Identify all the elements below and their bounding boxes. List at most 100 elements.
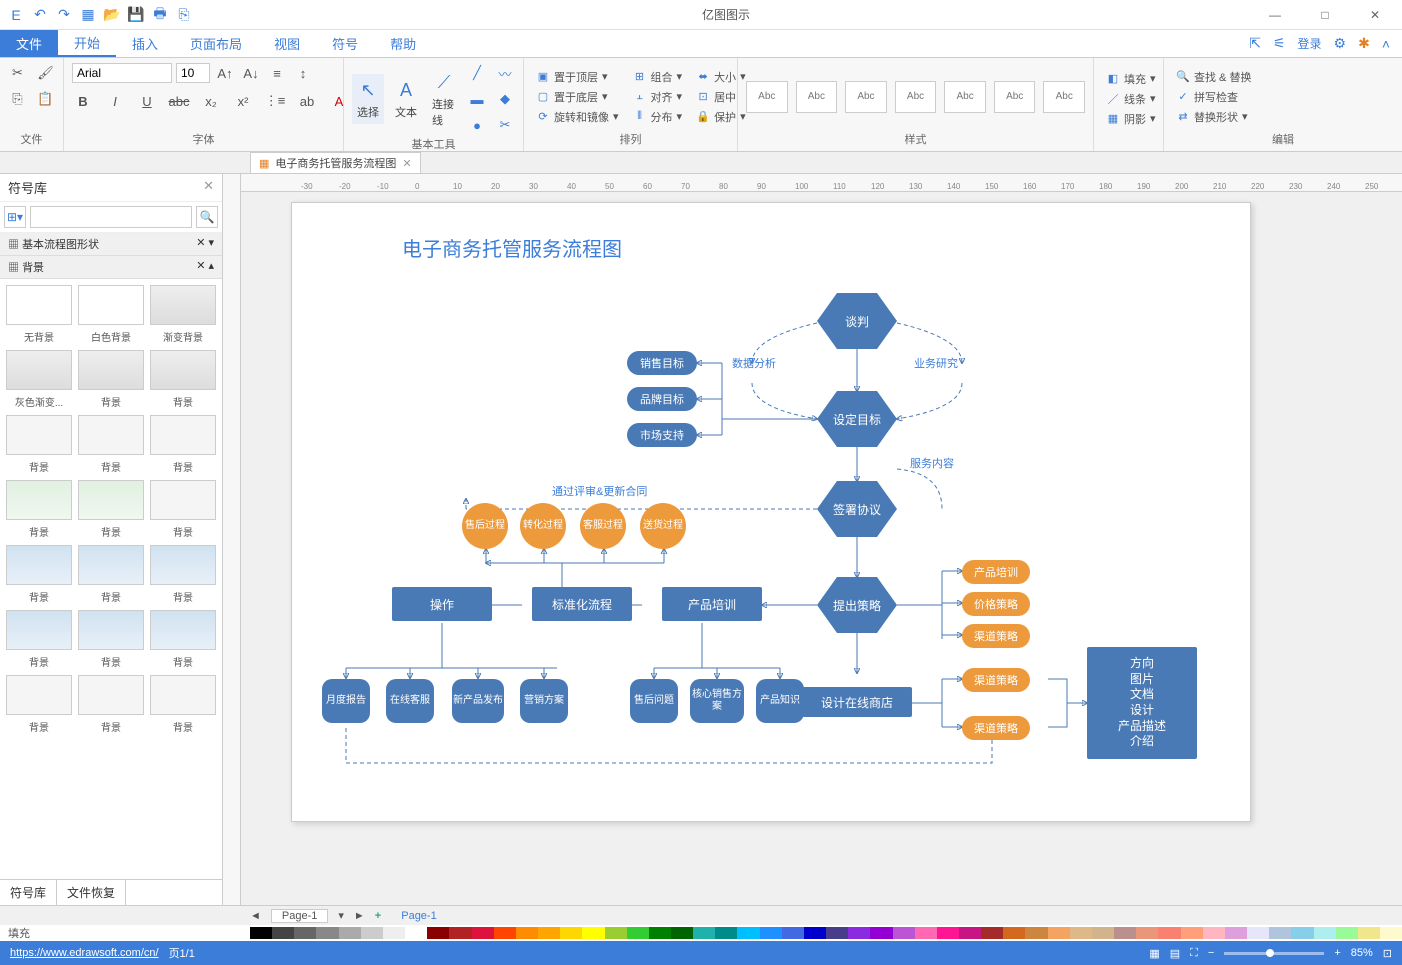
oval-shape-icon[interactable]: ● bbox=[466, 114, 488, 136]
bg-item[interactable]: 背景 bbox=[78, 675, 144, 734]
bring-front-button[interactable]: ▣置于顶层 ▾ bbox=[532, 68, 623, 86]
sidebar-category-flowchart[interactable]: ▦ 基本流程图形状✕ ▾ bbox=[0, 233, 222, 256]
bg-item[interactable]: 背景 bbox=[6, 545, 72, 604]
tab-insert[interactable]: 插入 bbox=[116, 30, 174, 57]
node-aftersale-q[interactable]: 售后问题 bbox=[630, 679, 678, 723]
view-normal-icon[interactable]: ▦ bbox=[1149, 947, 1159, 960]
bg-item[interactable]: 背景 bbox=[150, 415, 216, 474]
tab-help[interactable]: 帮助 bbox=[374, 30, 432, 57]
superscript-icon[interactable]: x² bbox=[232, 90, 254, 112]
share-out-icon[interactable]: ⇱ bbox=[1249, 35, 1261, 52]
bg-item[interactable]: 灰色渐变... bbox=[6, 350, 72, 409]
bg-item[interactable]: 渐变背景 bbox=[150, 285, 216, 344]
font-name-input[interactable] bbox=[72, 63, 172, 83]
shadow-button[interactable]: ▦阴影 ▾ bbox=[1102, 110, 1160, 128]
sidebar-category-background[interactable]: ▦ 背景✕ ▴ bbox=[0, 256, 222, 279]
subscript-icon[interactable]: x₂ bbox=[200, 90, 222, 112]
align-button[interactable]: ⫠对齐 ▾ bbox=[629, 88, 687, 106]
select-tool-button[interactable]: ↖选择 bbox=[352, 74, 384, 124]
copy-icon[interactable]: ⎘ bbox=[7, 88, 29, 110]
node-core-sales[interactable]: 核心销售方案 bbox=[690, 679, 744, 723]
node-delivery-proc[interactable]: 送货过程 bbox=[640, 503, 686, 549]
maximize-button[interactable]: □ bbox=[1310, 8, 1340, 22]
node-sales-target[interactable]: 销售目标 bbox=[627, 351, 697, 375]
node-online-cs[interactable]: 在线客服 bbox=[386, 679, 434, 723]
node-set-goals[interactable]: 设定目标 bbox=[817, 391, 897, 447]
bg-item[interactable]: 背景 bbox=[78, 415, 144, 474]
line-shape-icon[interactable]: ╱ bbox=[466, 62, 488, 84]
node-conversion-proc[interactable]: 转化过程 bbox=[520, 503, 566, 549]
node-channel-strategy-3[interactable]: 渠道策略 bbox=[962, 716, 1030, 740]
view-full-icon[interactable]: ⛶ bbox=[1190, 947, 1198, 960]
node-sign-agreement[interactable]: 签署协议 bbox=[817, 481, 897, 537]
bg-item[interactable]: 背景 bbox=[150, 610, 216, 669]
export-icon[interactable]: ⎘ bbox=[176, 7, 192, 23]
prev-page-icon[interactable]: ◄ bbox=[250, 910, 261, 922]
node-brand-target[interactable]: 品牌目标 bbox=[627, 387, 697, 411]
node-new-product[interactable]: 新产品发布 bbox=[452, 679, 504, 723]
node-product-train[interactable]: 产品培训 bbox=[662, 587, 762, 621]
tab-symbol[interactable]: 符号 bbox=[316, 30, 374, 57]
undo-icon[interactable]: ↶ bbox=[32, 7, 48, 23]
rect-shape-icon[interactable]: ▬ bbox=[466, 88, 488, 110]
page-dropdown-icon[interactable]: ▾ bbox=[338, 909, 344, 922]
crop-icon[interactable]: ✂ bbox=[494, 114, 516, 136]
spell-check-button[interactable]: ✓拼写检查 bbox=[1172, 88, 1255, 106]
style-preset-3[interactable]: Abc bbox=[845, 81, 887, 113]
node-negotiate[interactable]: 谈判 bbox=[817, 293, 897, 349]
node-price-strategy[interactable]: 价格策略 bbox=[962, 592, 1030, 616]
cut-icon[interactable]: ✂ bbox=[7, 62, 29, 84]
node-direction-block[interactable]: 方向 图片 文档 设计 产品描述 介绍 bbox=[1087, 647, 1197, 759]
node-design-store[interactable]: 设计在线商店 bbox=[802, 687, 912, 717]
bg-item[interactable]: 背景 bbox=[78, 350, 144, 409]
login-link[interactable]: 登录 bbox=[1298, 35, 1322, 52]
align-left-icon[interactable]: ≡ bbox=[266, 62, 288, 84]
node-market-support[interactable]: 市场支持 bbox=[627, 423, 697, 447]
sidebar-close-icon[interactable]: ✕ bbox=[203, 178, 214, 197]
collapse-ribbon-icon[interactable]: ˄ bbox=[1382, 36, 1390, 52]
style-preset-7[interactable]: Abc bbox=[1043, 81, 1085, 113]
symbol-search-input[interactable] bbox=[30, 206, 192, 228]
gear-icon[interactable]: ⚙ bbox=[1334, 35, 1347, 52]
save-icon[interactable]: 💾 bbox=[128, 7, 144, 23]
replace-shape-button[interactable]: ⇄替换形状 ▾ bbox=[1172, 108, 1255, 126]
line-button[interactable]: ／线条 ▾ bbox=[1102, 90, 1160, 108]
connector-tool-button[interactable]: ⟋连接线 bbox=[428, 66, 460, 132]
bold-icon[interactable]: B bbox=[72, 90, 94, 112]
node-aftersale-proc[interactable]: 售后过程 bbox=[462, 503, 508, 549]
redo-icon[interactable]: ↷ bbox=[56, 7, 72, 23]
send-back-button[interactable]: ▢置于底层 ▾ bbox=[532, 88, 623, 106]
group-button[interactable]: ⊞组合 ▾ bbox=[629, 68, 687, 86]
highlight-icon[interactable]: ab bbox=[296, 90, 318, 112]
bg-item[interactable]: 无背景 bbox=[6, 285, 72, 344]
style-preset-6[interactable]: Abc bbox=[994, 81, 1036, 113]
tab-home[interactable]: 开始 bbox=[58, 30, 116, 57]
node-standard-flow[interactable]: 标准化流程 bbox=[532, 587, 632, 621]
style-preset-1[interactable]: Abc bbox=[746, 81, 788, 113]
bg-item[interactable]: 背景 bbox=[6, 415, 72, 474]
fill-button[interactable]: ◧填充 ▾ bbox=[1102, 70, 1160, 88]
view-outline-icon[interactable]: ▤ bbox=[1170, 947, 1180, 960]
node-channel-strategy[interactable]: 渠道策略 bbox=[962, 624, 1030, 648]
bullets-icon[interactable]: ⋮≡ bbox=[264, 90, 286, 112]
tab-page-layout[interactable]: 页面布局 bbox=[174, 30, 258, 57]
new-icon[interactable]: ▦ bbox=[80, 7, 96, 23]
text-tool-button[interactable]: A文本 bbox=[390, 74, 422, 124]
diamond-shape-icon[interactable]: ◆ bbox=[494, 88, 516, 110]
drawing-page[interactable]: 电子商务托管服务流程图 bbox=[291, 202, 1251, 822]
node-propose-strategy[interactable]: 提出策略 bbox=[817, 577, 897, 633]
decrease-font-icon[interactable]: A↓ bbox=[240, 62, 262, 84]
add-page-icon[interactable]: + bbox=[375, 910, 381, 922]
font-size-input[interactable] bbox=[176, 63, 210, 83]
open-icon[interactable]: 📂 bbox=[104, 7, 120, 23]
node-product-knowledge[interactable]: 产品知识 bbox=[756, 679, 804, 723]
apps-icon[interactable]: ✱ bbox=[1358, 35, 1370, 52]
line-spacing-icon[interactable]: ↕ bbox=[292, 62, 314, 84]
bg-item[interactable]: 背景 bbox=[78, 545, 144, 604]
paste-icon[interactable]: 📋 bbox=[35, 88, 57, 110]
node-operation[interactable]: 操作 bbox=[392, 587, 492, 621]
rotate-button[interactable]: ⟳旋转和镜像 ▾ bbox=[532, 108, 623, 126]
bg-item[interactable]: 背景 bbox=[150, 350, 216, 409]
bg-item[interactable]: 背景 bbox=[6, 675, 72, 734]
style-preset-5[interactable]: Abc bbox=[944, 81, 986, 113]
